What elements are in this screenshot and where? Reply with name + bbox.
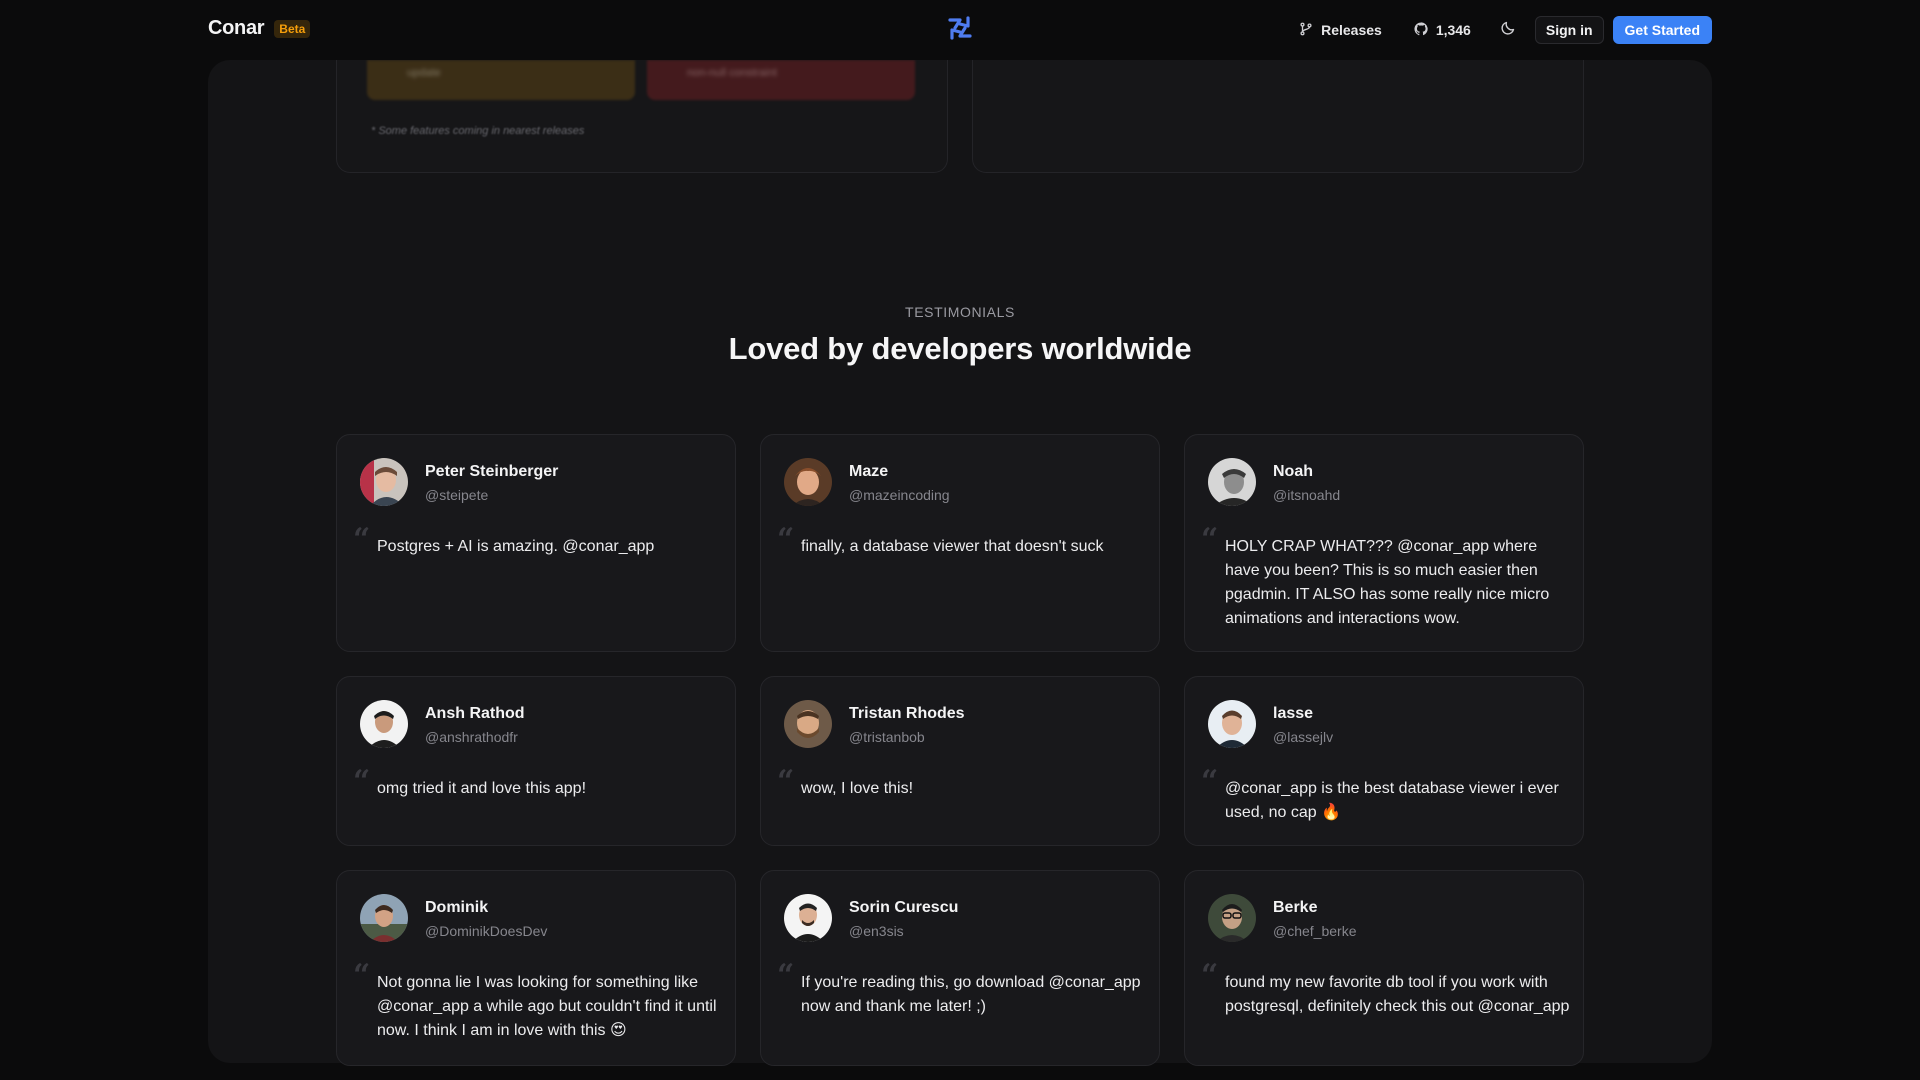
testimonial-card[interactable]: Ansh Rathod @anshrathodfr “ omg tried it… xyxy=(336,676,736,846)
nav-actions: Releases 1,346 Sign in Get Started xyxy=(1291,15,1712,45)
quote-icon: “ xyxy=(353,958,371,993)
author-handle[interactable]: @steipete xyxy=(425,487,488,503)
quote-icon: “ xyxy=(777,958,795,993)
quote-icon: “ xyxy=(353,522,371,557)
author-handle[interactable]: @en3sis xyxy=(849,923,904,939)
avatar xyxy=(360,894,408,942)
avatar xyxy=(784,458,832,506)
feature-card xyxy=(972,60,1584,173)
testimonial-text: found my new favorite db tool if you wor… xyxy=(1225,974,1570,1015)
author-name: Peter Steinberger xyxy=(425,463,559,480)
brand[interactable]: Conar Beta xyxy=(208,17,311,40)
main-panel: update non-null constraint * Some featur… xyxy=(208,60,1712,1066)
avatar xyxy=(360,700,408,748)
testimonial-card[interactable]: Berke @chef_berke “ found my new favorit… xyxy=(1184,870,1584,1066)
author-handle[interactable]: @DominikDoesDev xyxy=(425,923,547,939)
testimonial-card[interactable]: Noah @itsnoahd “ HOLY CRAP WHAT??? @cona… xyxy=(1184,434,1584,652)
author-handle[interactable]: @chef_berke xyxy=(1273,923,1356,939)
author-name: Noah xyxy=(1273,463,1313,480)
testimonial-text: @conar_app is the best database viewer i… xyxy=(1225,780,1559,821)
feature-chip: non-null constraint xyxy=(647,60,915,100)
feature-note: * Some features coming in nearest releas… xyxy=(371,125,585,137)
sign-in-button[interactable]: Sign in xyxy=(1534,16,1604,44)
testimonial-card[interactable]: lasse @lassejlv “ @conar_app is the best… xyxy=(1184,676,1584,846)
avatar xyxy=(1208,700,1256,748)
quote-icon: “ xyxy=(1201,764,1219,799)
feature-card: update non-null constraint * Some featur… xyxy=(336,60,948,173)
author-name: Maze xyxy=(849,463,889,480)
author-name: Dominik xyxy=(425,899,489,916)
author-handle[interactable]: @mazeincoding xyxy=(849,487,950,503)
author-handle[interactable]: @itsnoahd xyxy=(1273,487,1340,503)
quote-icon: “ xyxy=(353,764,371,799)
section-eyebrow: TESTIMONIALS xyxy=(905,304,1015,320)
get-started-button[interactable]: Get Started xyxy=(1612,16,1712,44)
testimonial-text: finally, a database viewer that doesn't … xyxy=(801,538,1104,555)
github-star-count: 1,346 xyxy=(1435,22,1471,38)
github-stars-link[interactable]: 1,346 xyxy=(1406,15,1479,45)
avatar xyxy=(360,458,408,506)
beta-badge: Beta xyxy=(274,19,311,38)
avatar xyxy=(1208,894,1256,942)
avatar xyxy=(1208,458,1256,506)
theme-toggle-button[interactable] xyxy=(1493,15,1523,45)
section-title: Loved by developers worldwide xyxy=(728,331,1192,366)
author-name: Tristan Rhodes xyxy=(849,705,965,722)
releases-label: Releases xyxy=(1321,22,1382,38)
moon-icon xyxy=(1500,20,1516,41)
testimonial-card[interactable]: Sorin Curescu @en3sis “ If you're readin… xyxy=(760,870,1160,1066)
testimonial-text: If you're reading this, go download @con… xyxy=(801,974,1141,1015)
releases-link[interactable]: Releases xyxy=(1291,15,1390,45)
testimonial-text: omg tried it and love this app! xyxy=(377,780,587,797)
testimonial-card[interactable]: Dominik @DominikDoesDev “ Not gonna lie … xyxy=(336,870,736,1066)
author-handle[interactable]: @lassejlv xyxy=(1273,729,1333,745)
quote-icon: “ xyxy=(1201,522,1219,557)
avatar xyxy=(784,700,832,748)
testimonial-text: wow, I love this! xyxy=(801,780,914,797)
testimonial-text: HOLY CRAP WHAT??? @conar_app where have … xyxy=(1225,538,1550,627)
brand-name[interactable]: Conar xyxy=(208,17,265,40)
testimonial-text: Postgres + AI is amazing. @conar_app xyxy=(377,538,655,555)
quote-icon: “ xyxy=(777,764,795,799)
testimonial-card[interactable]: Maze @mazeincoding “ finally, a database… xyxy=(760,434,1160,652)
avatar xyxy=(784,894,832,942)
quote-icon: “ xyxy=(777,522,795,557)
author-name: Berke xyxy=(1273,899,1318,916)
github-icon xyxy=(1414,21,1428,39)
author-handle[interactable]: @tristanbob xyxy=(849,729,925,745)
feature-chip-label: update xyxy=(407,67,441,79)
author-name: lasse xyxy=(1273,705,1314,722)
author-name: Sorin Curescu xyxy=(849,899,959,916)
testimonial-card[interactable]: Tristan Rhodes @tristanbob “ wow, I love… xyxy=(760,676,1160,846)
conar-logo-icon[interactable] xyxy=(944,12,976,44)
feature-chip-label: non-null constraint xyxy=(687,67,777,79)
top-navbar: Conar Beta Releases 1,346 Sign in Get St… xyxy=(0,0,1920,60)
testimonial-card[interactable]: Peter Steinberger @steipete “ Postgres +… xyxy=(336,434,736,652)
feature-chip: update xyxy=(367,60,635,100)
quote-icon: “ xyxy=(1201,958,1219,993)
git-branch-icon xyxy=(1299,22,1313,39)
author-handle[interactable]: @anshrathodfr xyxy=(425,729,518,745)
author-name: Ansh Rathod xyxy=(425,705,525,722)
testimonial-text: Not gonna lie I was looking for somethin… xyxy=(377,974,717,1039)
